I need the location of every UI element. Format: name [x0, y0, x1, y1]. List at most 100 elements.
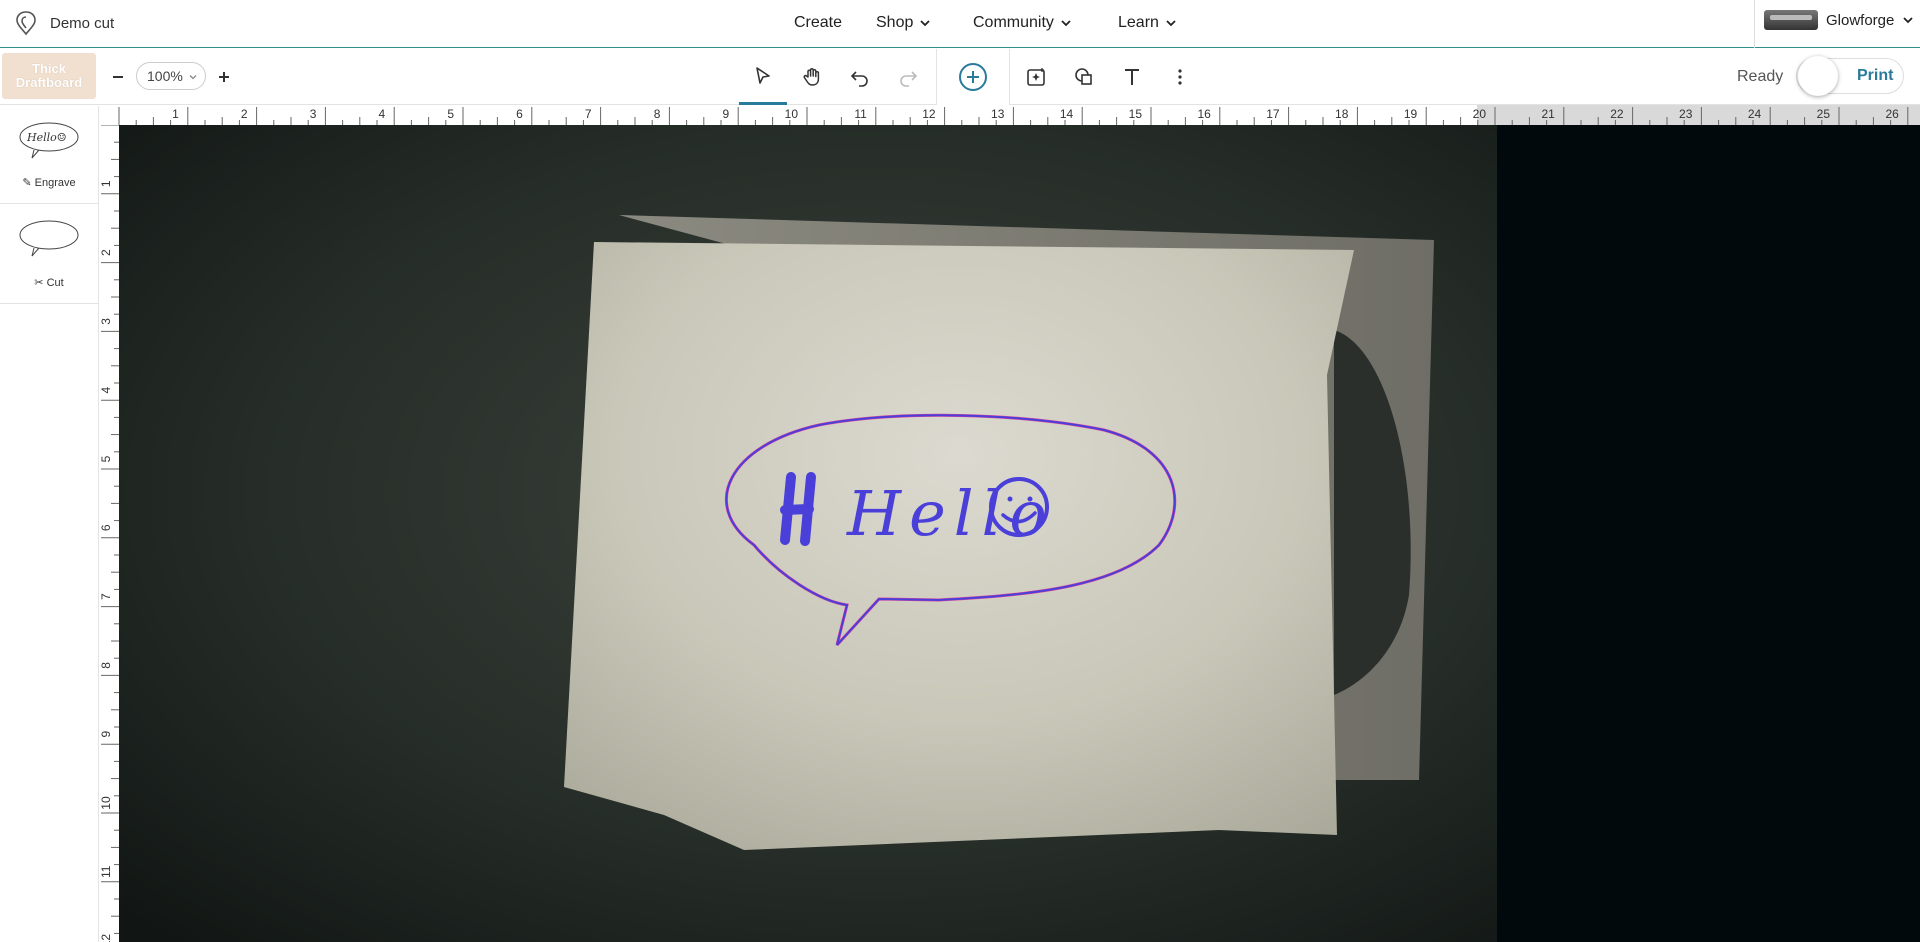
design-operation-label: Cut: [46, 277, 64, 289]
zoom-value: 100%: [147, 68, 183, 84]
plus-icon: [219, 72, 229, 82]
nav-community[interactable]: Community: [973, 14, 1072, 32]
design-card-cut[interactable]: ✂ Cut: [0, 204, 98, 304]
ruler-label: 26: [1885, 107, 1899, 121]
account-menu[interactable]: Glowforge: [1764, 10, 1914, 30]
ruler-label: 8: [99, 662, 113, 669]
redo-button[interactable]: [884, 49, 932, 105]
ruler-label: 10: [99, 796, 113, 810]
ruler-label: 6: [516, 107, 523, 121]
design-operation-label: Engrave: [34, 177, 76, 189]
magic-canvas-icon: [1027, 68, 1045, 86]
ruler-label: 5: [99, 455, 113, 462]
account-label: Glowforge: [1826, 11, 1895, 29]
document-title[interactable]: Demo cut: [50, 15, 114, 32]
top-nav: Demo cut Create Shop Community Learn Glo…: [0, 0, 1920, 48]
redo-icon: [900, 71, 918, 87]
ruler-label: 9: [99, 731, 113, 738]
ruler-label: 18: [1335, 107, 1349, 121]
ruler-label: 12: [922, 107, 936, 121]
bed-camera-view: Hello: [119, 125, 1920, 942]
shapes-button[interactable]: [1060, 49, 1108, 105]
ruler-label: 1: [172, 107, 179, 121]
smiley-eye: [1027, 496, 1033, 502]
artwork-text: Hello: [846, 477, 1055, 550]
minus-icon: [113, 76, 123, 78]
scissors-icon: ✂: [34, 277, 44, 289]
nav-shop[interactable]: Shop: [876, 14, 931, 32]
ruler-label: 15: [1129, 107, 1143, 121]
ruler-label: 4: [99, 387, 113, 394]
ruler-label: 1: [99, 180, 113, 187]
ruler-label: 12: [99, 934, 113, 942]
ruler-label: 7: [99, 593, 113, 600]
ruler-label: 25: [1817, 107, 1831, 121]
thumb-text: Hello☺: [26, 131, 67, 144]
nav-learn-label: Learn: [1118, 14, 1159, 31]
more-vertical-icon: [1178, 69, 1182, 85]
material-button[interactable]: Thick Draftboard: [2, 53, 96, 99]
material-name-line1: Thick: [32, 61, 66, 76]
magic-canvas-button[interactable]: [1012, 49, 1060, 105]
chevron-down-icon: [1061, 20, 1071, 27]
design-operation: ✎ Engrave: [0, 176, 98, 189]
printer-image: [1764, 10, 1818, 30]
printer-status: Ready: [1737, 68, 1784, 85]
hand-icon: [803, 68, 820, 86]
ruler-label: 24: [1748, 107, 1762, 121]
ruler-label: 22: [1610, 107, 1624, 121]
ruler-label: 4: [379, 107, 386, 121]
undo-icon: [850, 71, 868, 87]
ruler-label: 17: [1266, 107, 1280, 121]
nav-shop-label: Shop: [876, 14, 914, 31]
nav-create-label: Create: [794, 14, 843, 31]
more-options-button[interactable]: [1156, 49, 1204, 105]
horizontal-ruler: 1 2 3 4 5 6 7 8 9 10 11 12 13 14 15 16 17 18 19 20 21 22 23 24 2…: [99, 105, 1920, 125]
ruler-label: 7: [585, 107, 592, 121]
ruler-label: 2: [241, 107, 248, 121]
out-of-bounds-area: [1497, 125, 1920, 942]
design-card-engrave[interactable]: Hello☺ ✎ Engrave: [0, 106, 98, 204]
ruler-label: 3: [99, 318, 113, 325]
ruler-label: 8: [654, 107, 661, 121]
zoom-select[interactable]: 100%: [136, 62, 206, 90]
zoom-in-button[interactable]: [200, 49, 248, 105]
ruler-label: 14: [1060, 107, 1074, 121]
plus-circle-icon: [959, 63, 987, 91]
ruler-label: 5: [447, 107, 454, 121]
select-tool[interactable]: [739, 49, 787, 105]
design-thumbnail: Hello☺: [19, 122, 79, 159]
ruler-label: 10: [785, 107, 799, 121]
material-name-line2: Draftboard: [15, 75, 83, 90]
chevron-down-icon: [1903, 17, 1914, 24]
cursor-arrow-icon: [756, 66, 770, 84]
nav-learn[interactable]: Learn: [1118, 14, 1177, 32]
glowforge-logo-icon[interactable]: [14, 10, 38, 36]
zoom-out-button[interactable]: [94, 49, 142, 105]
print-knob: [1798, 56, 1838, 96]
ruler-label: 11: [99, 865, 113, 878]
shapes-icon: [1075, 68, 1092, 85]
ruler-label: 6: [99, 524, 113, 531]
text-icon: [1125, 69, 1139, 85]
ruler-label: 9: [723, 107, 730, 121]
nav-create[interactable]: Create: [794, 14, 842, 32]
design-list-panel: Hello☺ ✎ Engrave ✂ Cut: [0, 106, 99, 942]
design-thumbnail: [19, 220, 79, 257]
ruler-label: 19: [1404, 107, 1418, 121]
ruler-label: 16: [1197, 107, 1211, 121]
pan-tool[interactable]: [788, 49, 836, 105]
bed-canvas[interactable]: Hello: [119, 125, 1920, 942]
ruler-label: 23: [1679, 107, 1693, 121]
print-label: Print: [1857, 67, 1894, 84]
ruler-label: 13: [991, 107, 1005, 121]
add-artwork-button[interactable]: [936, 49, 1010, 105]
ruler-label: 20: [1473, 107, 1487, 121]
undo-button[interactable]: [836, 49, 884, 105]
text-button[interactable]: [1108, 49, 1156, 105]
vertical-ruler: 123456789101112: [99, 125, 119, 942]
print-button[interactable]: Print: [1796, 56, 1904, 96]
chevron-down-icon: [189, 75, 197, 80]
ruler-label: 2: [99, 249, 113, 256]
ruler-label: 3: [310, 107, 317, 121]
